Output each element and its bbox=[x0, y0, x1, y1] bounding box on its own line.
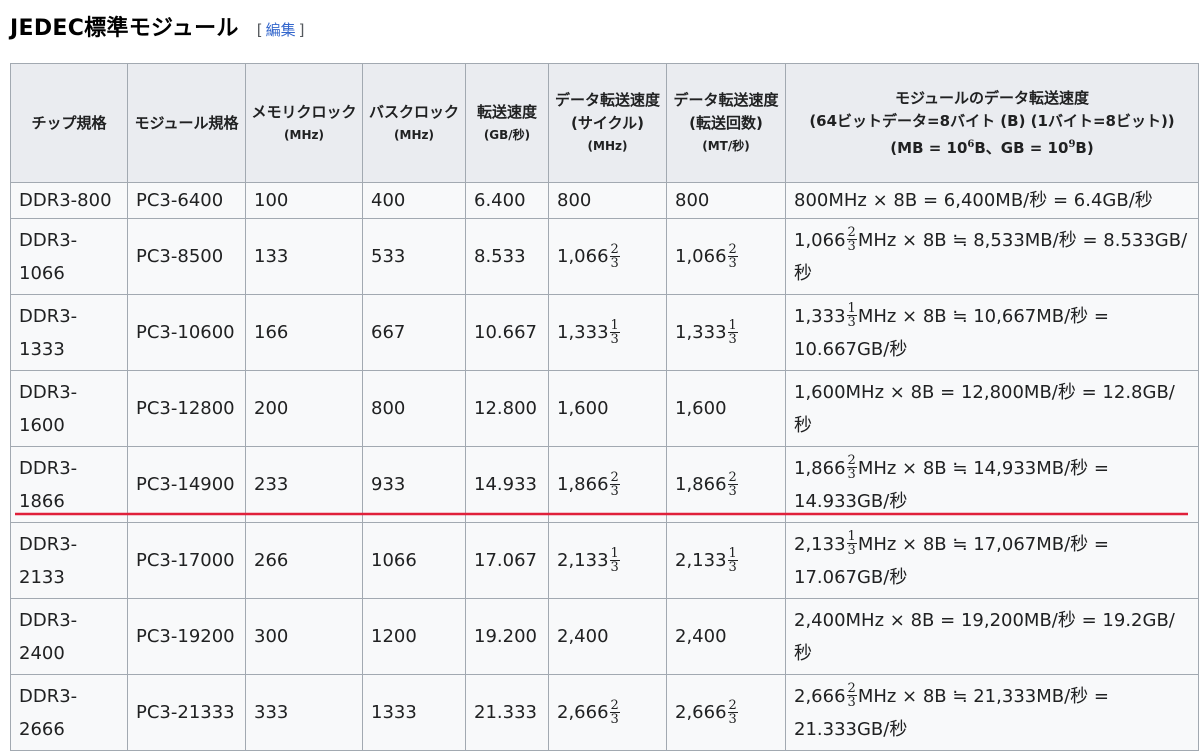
header-module-rate: モジュールのデータ転送速度 (64ビットデータ=8バイト (B) (1バイト=8… bbox=[785, 63, 1199, 183]
fraction: 23 bbox=[727, 697, 738, 727]
table-row: DDR3-2400 PC3-19200 300 1200 19.200 2,400 2,40… bbox=[10, 598, 1199, 675]
cell-module-rate: 1,600MHz × 8B = 12,800MB/秒 = 12.8GB/秒 bbox=[785, 370, 1199, 447]
cell-bus-clock: 533 bbox=[362, 218, 466, 295]
cell-chip: DDR3-2133 bbox=[10, 522, 128, 599]
table-row: DDR3-800 PC3-6400 100 400 6.400 800 800 800MHz … bbox=[10, 182, 1199, 219]
cell-chip: DDR3-1333 bbox=[10, 294, 128, 371]
cell-cycle-rate: 2,133 1 3 bbox=[548, 522, 667, 599]
cell-memory-clock: 333 bbox=[245, 674, 363, 751]
cell-memory-clock: 133 bbox=[245, 218, 363, 295]
cell-transfers: 2,133 1 3 bbox=[666, 522, 786, 599]
header-transfers: データ転送速度 (転送回数) (MT/秒) bbox=[666, 63, 786, 183]
cell-memory-clock: 200 bbox=[245, 370, 363, 447]
header-row: チップ規格 モジュール規格 メモリクロック (MHz) バスクロック (MHz) 転… bbox=[10, 63, 1199, 183]
cell-transfers: 1,333 1 3 bbox=[666, 294, 786, 371]
cell-module-rate: 2,400MHz × 8B = 19,200MB/秒 = 19.2GB/秒 bbox=[785, 598, 1199, 675]
cell-bus-clock: 667 bbox=[362, 294, 466, 371]
header-transfer-rate: 転送速度 (GB/秒) bbox=[465, 63, 549, 183]
cell-chip: DDR3-1600 bbox=[10, 370, 128, 447]
cell-bus-clock: 800 bbox=[362, 370, 466, 447]
cell-transfers: 2,400 bbox=[666, 598, 786, 675]
edit-section: [編集] bbox=[257, 19, 305, 40]
header-memory-clock: メモリクロック (MHz) bbox=[245, 63, 363, 183]
header-bus-clock: バスクロック (MHz) bbox=[362, 63, 466, 183]
cell-cycle-rate: 2,400 bbox=[548, 598, 667, 675]
cell-module: PC3-8500 bbox=[127, 218, 246, 295]
table-row: DDR3-1600 PC3-12800 200 800 12.800 1,600 1,600… bbox=[10, 370, 1199, 447]
cell-bus-clock: 1066 bbox=[362, 522, 466, 599]
cell-bus-clock: 933 bbox=[362, 446, 466, 523]
fraction: 13 bbox=[609, 317, 620, 347]
cell-transfers: 1,066 2 3 bbox=[666, 218, 786, 295]
cell-cycle-rate: 2,666 2 3 bbox=[548, 674, 667, 751]
cell-transfer-rate: 8.533 bbox=[465, 218, 549, 295]
cell-cycle-rate: 1,066 2 3 bbox=[548, 218, 667, 295]
table-row: DDR3-1066 PC3-8500 133 533 8.533 1,066 2 3 1,066… bbox=[10, 218, 1199, 295]
edit-link[interactable]: 編集 bbox=[263, 21, 299, 39]
fraction: 23 bbox=[727, 241, 738, 271]
header-cycle-rate: データ転送速度 (サイクル) (MHz) bbox=[548, 63, 667, 183]
cell-chip: DDR3-1866 bbox=[10, 446, 128, 523]
table-row: DDR3-2133 PC3-17000 266 1066 17.067 2,133 1 3 2,… bbox=[10, 522, 1199, 599]
cell-cycle-rate: 1,866 2 3 bbox=[548, 446, 667, 523]
cell-chip: DDR3-2400 bbox=[10, 598, 128, 675]
cell-module-rate: 2,666 2 3 MHz × 8B ≒ 21,333MB/秒 = 21.333GB/… bbox=[785, 674, 1199, 751]
cell-module: PC3-14900 bbox=[127, 446, 246, 523]
cell-memory-clock: 233 bbox=[245, 446, 363, 523]
cell-module: PC3-6400 bbox=[127, 182, 246, 219]
cell-cycle-rate: 800 bbox=[548, 182, 667, 219]
cell-transfer-rate: 12.800 bbox=[465, 370, 549, 447]
cell-module-rate: 800MHz × 8B = 6,400MB/秒 = 6.4GB/秒 bbox=[785, 182, 1199, 219]
section-title: JEDEC標準モジュール bbox=[10, 16, 239, 41]
edit-bracket-open: [ bbox=[256, 21, 263, 39]
cell-memory-clock: 100 bbox=[245, 182, 363, 219]
cell-module-rate: 2,133 1 3 MHz × 8B ≒ 17,067MB/秒 = 17.067GB/… bbox=[785, 522, 1199, 599]
cell-transfer-rate: 14.933 bbox=[465, 446, 549, 523]
jedec-module-table: チップ規格 モジュール規格 メモリクロック (MHz) バスクロック (MHz) 転… bbox=[10, 63, 1199, 751]
cell-transfers: 800 bbox=[666, 182, 786, 219]
header-module: モジュール規格 bbox=[127, 63, 246, 183]
cell-memory-clock: 266 bbox=[245, 522, 363, 599]
fraction: 13 bbox=[727, 317, 738, 347]
cell-module: PC3-12800 bbox=[127, 370, 246, 447]
section-heading: JEDEC標準モジュール [編集] bbox=[10, 10, 304, 42]
header-unit-definition: (MB = 106B、GB = 109B) bbox=[890, 138, 1094, 157]
cell-transfers: 1,600 bbox=[666, 370, 786, 447]
cell-module: PC3-21333 bbox=[127, 674, 246, 751]
cell-transfer-rate: 6.400 bbox=[465, 182, 549, 219]
cell-bus-clock: 1333 bbox=[362, 674, 466, 751]
cell-bus-clock: 1200 bbox=[362, 598, 466, 675]
cell-module: PC3-17000 bbox=[127, 522, 246, 599]
cell-chip: DDR3-1066 bbox=[10, 218, 128, 295]
fraction: 23 bbox=[609, 241, 620, 271]
cell-chip: DDR3-800 bbox=[10, 182, 128, 219]
cell-module: PC3-19200 bbox=[127, 598, 246, 675]
cell-transfer-rate: 19.200 bbox=[465, 598, 549, 675]
table-row: DDR3-2666 PC3-21333 333 1333 21.333 2,666 2 3 2,… bbox=[10, 674, 1199, 751]
cell-transfer-rate: 17.067 bbox=[465, 522, 549, 599]
cell-bus-clock: 400 bbox=[362, 182, 466, 219]
cell-cycle-rate: 1,600 bbox=[548, 370, 667, 447]
cell-transfers: 2,666 2 3 bbox=[666, 674, 786, 751]
cell-module-rate: 1,866 2 3 MHz × 8B ≒ 14,933MB/秒 = 14.933GB/… bbox=[785, 446, 1199, 523]
fraction: 13 bbox=[609, 545, 620, 575]
cell-module: PC3-10600 bbox=[127, 294, 246, 371]
cell-memory-clock: 300 bbox=[245, 598, 363, 675]
table-row: DDR3-1333 PC3-10600 166 667 10.667 1,333 1 3 1,3… bbox=[10, 294, 1199, 371]
fraction: 23 bbox=[609, 469, 620, 499]
cell-transfer-rate: 10.667 bbox=[465, 294, 549, 371]
cell-memory-clock: 166 bbox=[245, 294, 363, 371]
cell-transfer-rate: 21.333 bbox=[465, 674, 549, 751]
cell-cycle-rate: 1,333 1 3 bbox=[548, 294, 667, 371]
fraction: 13 bbox=[727, 545, 738, 575]
edit-bracket-close: ] bbox=[298, 21, 305, 39]
header-chip: チップ規格 bbox=[10, 63, 128, 183]
fraction: 23 bbox=[727, 469, 738, 499]
table-row: DDR3-1866 PC3-14900 233 933 14.933 1,866 2 3 1,8… bbox=[10, 446, 1199, 523]
cell-module-rate: 1,066 2 3 MHz × 8B ≒ 8,533MB/秒 = 8.533GB/秒 bbox=[785, 218, 1199, 295]
cell-transfers: 1,866 2 3 bbox=[666, 446, 786, 523]
cell-chip: DDR3-2666 bbox=[10, 674, 128, 751]
cell-module-rate: 1,333 1 3 MHz × 8B ≒ 10,667MB/秒 = 10.667GB/… bbox=[785, 294, 1199, 371]
fraction: 23 bbox=[609, 697, 620, 727]
